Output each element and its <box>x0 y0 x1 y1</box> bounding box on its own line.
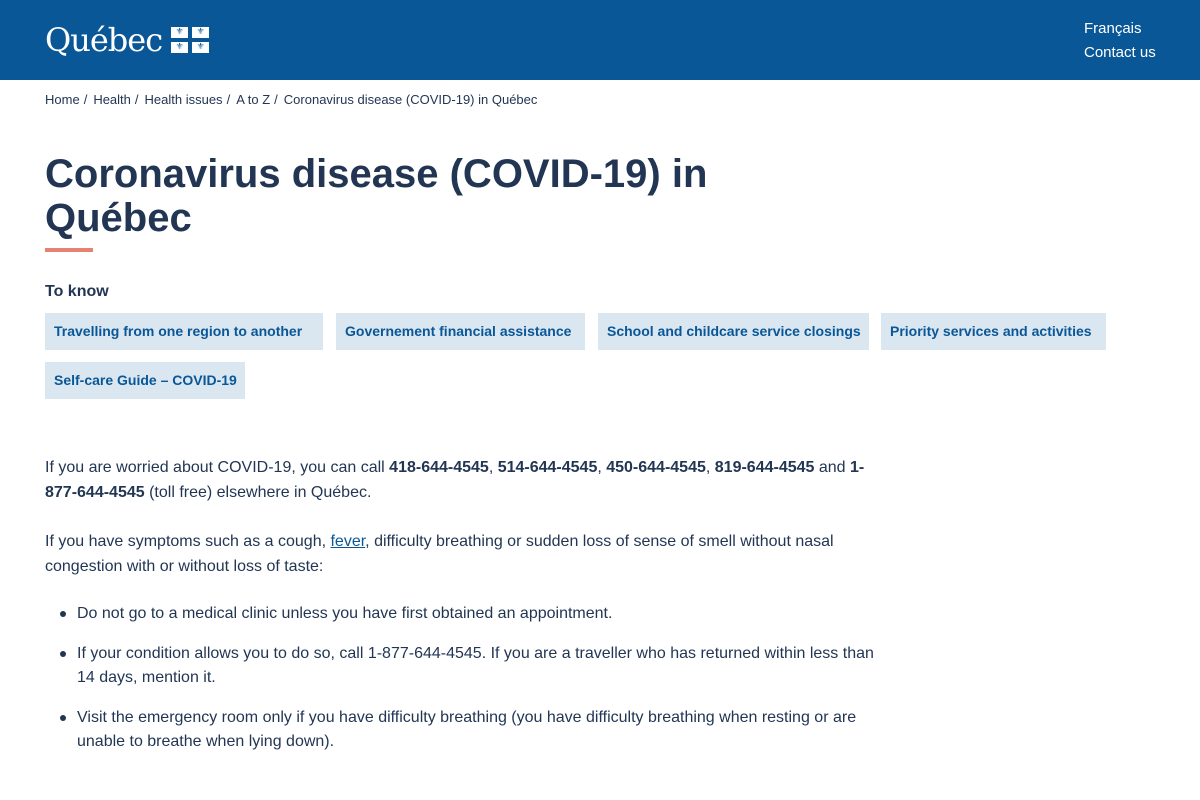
site-header: Québec ⚜ ⚜ ⚜ ⚜ Français Contact us <box>0 0 1200 80</box>
header-links: Français Contact us <box>1084 17 1156 65</box>
phone-quebec-city: 418-644-4545 <box>389 459 489 476</box>
breadcrumb-a-to-z[interactable]: A to Z <box>236 92 270 107</box>
phone-819: 819-644-4545 <box>714 459 815 476</box>
quick-link-travelling[interactable]: Travelling from one region to another <box>45 313 323 350</box>
breadcrumb-separator: / <box>274 91 278 107</box>
quick-link-self-care-guide[interactable]: Self-care Guide – COVID-19 <box>45 362 245 399</box>
list-item: Visit the emergency room only if you hav… <box>45 706 875 754</box>
fever-link[interactable]: fever <box>330 533 365 550</box>
phone-montreal: 514-644-4545 <box>497 459 598 476</box>
quebec-flag-icon: ⚜ ⚜ ⚜ ⚜ <box>171 27 210 53</box>
fleur-de-lis-icon: ⚜ <box>175 27 184 37</box>
page-title: Coronavirus disease (COVID-19) in Québec <box>45 152 708 240</box>
breadcrumb-home[interactable]: Home <box>45 92 80 107</box>
breadcrumb-separator: / <box>226 91 231 107</box>
call-info-paragraph: If you are worried about COVID-19, you c… <box>45 459 865 501</box>
breadcrumb-current: Coronavirus disease (COVID-19) in Québec <box>283 91 538 107</box>
fleur-de-lis-icon: ⚜ <box>175 42 184 52</box>
quick-link-school-closings[interactable]: School and childcare service closings <box>598 313 869 350</box>
symptoms-paragraph: If you have symptoms such as a cough, fe… <box>45 533 834 575</box>
logo-wordmark: Québec <box>45 21 163 59</box>
quick-link-financial-assistance[interactable]: Governement financial assistance <box>336 313 585 350</box>
bullet-icon <box>60 651 66 657</box>
breadcrumb-separator: / <box>83 91 88 107</box>
breadcrumb: Home / Health / Health issues / A to Z /… <box>45 89 537 109</box>
quebec-logo[interactable]: Québec ⚜ ⚜ ⚜ ⚜ <box>45 20 210 60</box>
breadcrumb-health-issues[interactable]: Health issues <box>145 92 223 107</box>
list-item: If your condition allows you to do so, c… <box>45 642 875 690</box>
phone-450: 450-644-4545 <box>606 459 706 476</box>
breadcrumb-separator: / <box>134 91 139 107</box>
list-item: Do not go to a medical clinic unless you… <box>45 602 875 626</box>
to-know-heading: To know <box>45 283 109 300</box>
language-link-francais[interactable]: Français <box>1084 17 1156 41</box>
bullet-icon <box>60 715 66 721</box>
title-underline <box>45 248 93 252</box>
bullet-icon <box>60 611 66 617</box>
breadcrumb-health[interactable]: Health <box>93 92 131 107</box>
fleur-de-lis-icon: ⚜ <box>196 27 205 37</box>
fleur-de-lis-icon: ⚜ <box>196 42 205 52</box>
advice-list: Do not go to a medical clinic unless you… <box>45 602 875 770</box>
quick-link-priority-services[interactable]: Priority services and activities <box>881 313 1106 350</box>
contact-us-link[interactable]: Contact us <box>1084 41 1156 65</box>
